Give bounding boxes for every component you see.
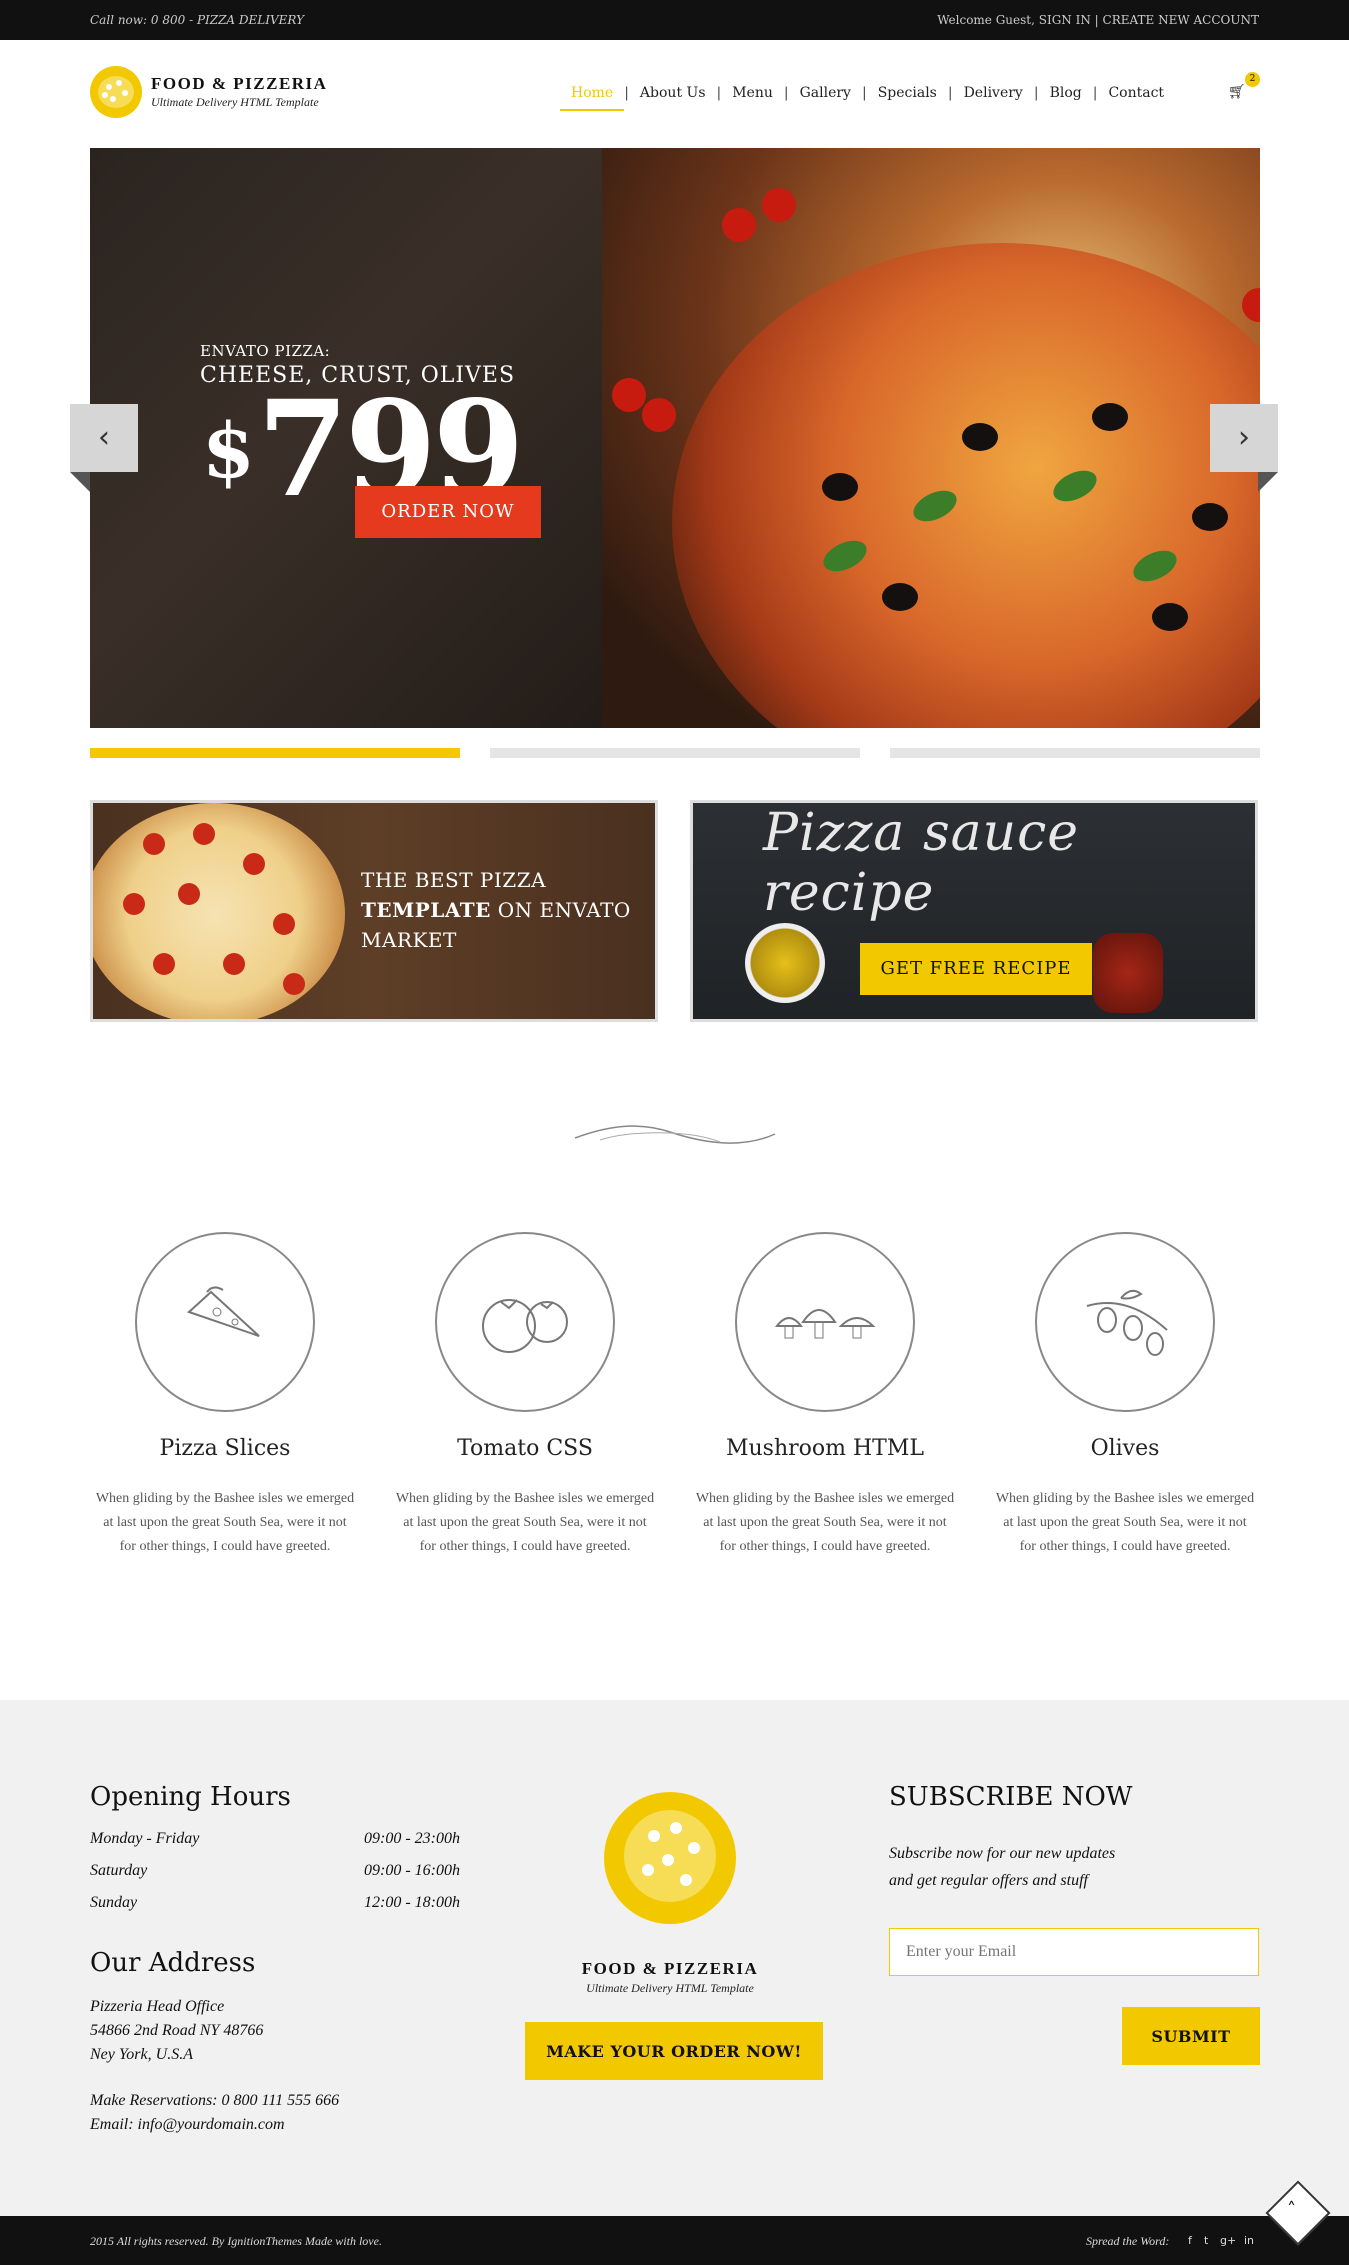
cart-button[interactable]: 🛒︎ 2 (1228, 72, 1260, 100)
arrow-shadow (1258, 472, 1278, 492)
best-pizza-banner[interactable]: THE BEST PIZZA TEMPLATE ON ENVATO MARKET (90, 800, 658, 1022)
footer-pizza-logo-icon (604, 1792, 736, 1924)
get-free-recipe-button[interactable]: GET FREE RECIPE (860, 943, 1092, 995)
order-now-button[interactable]: ORDER NOW (355, 486, 541, 538)
pizza-logo-icon[interactable] (90, 66, 142, 118)
feature-mushroom: Mushroom HTML When gliding by the Bashee… (675, 1232, 975, 1559)
feature-title: Pizza Slices (159, 1436, 291, 1461)
nav-contact[interactable]: Contact (1097, 85, 1175, 101)
footer-tagline: Ultimate Delivery HTML Template (586, 1981, 754, 1995)
feature-title: Olives (1090, 1436, 1160, 1461)
tomato-icon (435, 1232, 615, 1412)
feature-title: Tomato CSS (457, 1436, 593, 1461)
price-currency: $ (202, 406, 255, 495)
google-plus-icon[interactable]: g+ (1220, 2234, 1236, 2247)
site-brand[interactable]: FOOD & PIZZERIA (151, 74, 327, 94)
nav-blog[interactable]: Blog (1039, 85, 1093, 101)
feature-tomato: Tomato CSS When gliding by the Bashee is… (375, 1232, 675, 1559)
facebook-icon[interactable]: f (1188, 2234, 1192, 2247)
mushroom-icon (735, 1232, 915, 1412)
welcome-text: Welcome Guest, (937, 13, 1039, 27)
make-order-button[interactable]: MAKE YOUR ORDER NOW! (525, 2022, 823, 2080)
spread-the-word-label: Spread the Word: (1086, 2234, 1170, 2248)
cart-icon: 🛒︎ (1228, 84, 1246, 100)
nav-delivery[interactable]: Delivery (953, 85, 1034, 101)
opening-hours-list: Monday - Friday 09:00 - 23:00h Saturday 09… (90, 1830, 460, 1926)
chevron-right-icon[interactable]: › (1210, 404, 1278, 472)
submit-button[interactable]: SUBMIT (1122, 2007, 1260, 2065)
slide-indicator-2[interactable] (490, 748, 860, 758)
call-now-text: Call now: 0 800 - PIZZA DELIVERY (90, 13, 305, 27)
create-account-link[interactable]: CREATE NEW ACCOUNT (1103, 13, 1259, 27)
feature-olives: Olives When gliding by the Bashee isles … (975, 1232, 1275, 1559)
banner-text: THE BEST PIZZA TEMPLATE ON ENVATO MARKET (361, 868, 631, 952)
olive-oil-bowl (745, 923, 825, 1003)
slide-indicator-1[interactable] (90, 748, 460, 758)
sauce-jar (1093, 933, 1163, 1013)
reservations-phone[interactable]: Make Reservations: 0 800 111 555 666 (90, 2089, 339, 2113)
subscribe-description: Subscribe now for our new updates and ge… (889, 1845, 1116, 1889)
nav-about-us[interactable]: About Us (629, 85, 717, 101)
top-bar: Call now: 0 800 - PIZZA DELIVERY Welcome… (0, 0, 1349, 40)
hero-slider: ENVATO PIZZA: CHEESE, CRUST, OLIVES $ 79… (90, 148, 1260, 728)
main-nav: Home | About Us | Menu | Gallery | Specials |… (560, 85, 1175, 111)
feature-text: When gliding by the Bashee isles we emer… (395, 1491, 655, 1554)
cart-count-badge: 2 (1245, 72, 1260, 87)
email-field[interactable] (889, 1928, 1259, 1976)
chevron-up-icon: ˄ (1287, 2199, 1296, 2220)
pizza-slice-icon (135, 1232, 315, 1412)
feature-text: When gliding by the Bashee isles we emer… (95, 1491, 355, 1554)
nav-menu[interactable]: Menu (721, 85, 784, 101)
hours-row: Saturday 09:00 - 16:00h (90, 1862, 460, 1879)
olive-icon (1035, 1232, 1215, 1412)
account-divider: | (1090, 13, 1103, 27)
our-address-title: Our Address (90, 1948, 256, 1978)
twitter-icon[interactable]: t (1204, 2234, 1208, 2247)
feature-pizza-slices: Pizza Slices When gliding by the Bashee … (75, 1232, 375, 1559)
address-block: Pizzeria Head Office 54866 2nd Road NY 4… (90, 1995, 339, 2137)
flourish-divider-icon (574, 1125, 776, 1144)
promo-eyebrow: ENVATO PIZZA: (200, 342, 331, 360)
nav-specials[interactable]: Specials (867, 85, 948, 101)
pizza-image (93, 803, 345, 1019)
feature-text: When gliding by the Bashee isles we emer… (995, 1491, 1255, 1554)
contact-email[interactable]: Email: info@yourdomain.com (90, 2113, 339, 2137)
sauce-recipe-banner: Pizza sauce recipe GET FREE RECIPE (690, 800, 1258, 1022)
slide-indicator-3[interactable] (890, 748, 1260, 758)
footer-brand: FOOD & PIZZERIA (581, 1959, 759, 1978)
nav-home[interactable]: Home (560, 85, 625, 111)
hours-row: Monday - Friday 09:00 - 23:00h (90, 1830, 460, 1847)
arrow-shadow (70, 472, 90, 492)
sauce-recipe-title: Pizza sauce recipe (763, 803, 1080, 923)
opening-hours-title: Opening Hours (90, 1782, 291, 1812)
site-tagline: Ultimate Delivery HTML Template (151, 95, 319, 109)
pizza-photo (602, 148, 1260, 728)
linkedin-icon[interactable]: in (1244, 2234, 1254, 2247)
subscribe-title: SUBSCRIBE NOW (889, 1782, 1133, 1812)
chevron-left-icon[interactable]: ‹ (70, 404, 138, 472)
banner-bold-word: TEMPLATE (361, 898, 491, 922)
account-links: Welcome Guest, SIGN IN | CREATE NEW ACCO… (937, 13, 1259, 27)
feature-text: When gliding by the Bashee isles we emer… (695, 1491, 955, 1554)
sign-in-link[interactable]: SIGN IN (1039, 13, 1091, 27)
bottom-bar: 2015 All rights reserved. By IgnitionThe… (0, 2216, 1349, 2265)
nav-gallery[interactable]: Gallery (789, 85, 862, 101)
hours-row: Sunday 12:00 - 18:00h (90, 1894, 460, 1911)
copyright-text: 2015 All rights reserved. By IgnitionThe… (90, 2234, 382, 2248)
feature-title: Mushroom HTML (725, 1436, 924, 1461)
